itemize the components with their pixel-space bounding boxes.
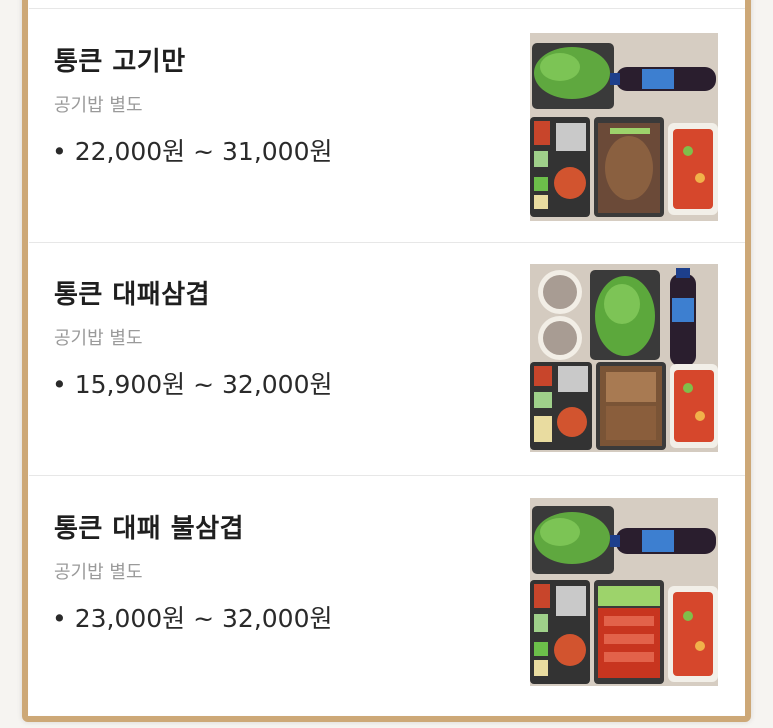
- menu-item[interactable]: 통큰 대패삼겹 공기밥 별도 • 15,900원 ~ 32,000원: [29, 242, 745, 476]
- menu-item[interactable]: 통큰 고기만 공기밥 별도 • 22,000원 ~ 31,000원: [29, 8, 745, 243]
- menu-item-note: 공기밥 별도: [54, 95, 143, 116]
- menu-item[interactable]: 통큰 대패 불삼겹 공기밥 별도 • 23,000원 ~ 32,000원: [29, 476, 745, 715]
- menu-item-note: 공기밥 별도: [54, 328, 143, 349]
- menu-item-price: • 22,000원 ~ 31,000원: [52, 137, 333, 166]
- menu-item-price: • 23,000원 ~ 32,000원: [52, 604, 333, 633]
- menu-item-name: 통큰 대패 불삼겹: [54, 514, 245, 544]
- menu-list: 통큰 고기만 공기밥 별도 • 22,000원 ~ 31,000원 통큰 대패삼…: [29, 0, 745, 715]
- menu-item-name: 통큰 고기만: [54, 47, 186, 77]
- menu-item-note: 공기밥 별도: [54, 562, 143, 583]
- meal-box-photo: [530, 33, 718, 221]
- meal-box-photo: [530, 498, 718, 686]
- meal-box-photo: [530, 264, 718, 452]
- menu-item-name: 통큰 대패삼겹: [54, 280, 211, 310]
- menu-item-price: • 15,900원 ~ 32,000원: [52, 370, 333, 399]
